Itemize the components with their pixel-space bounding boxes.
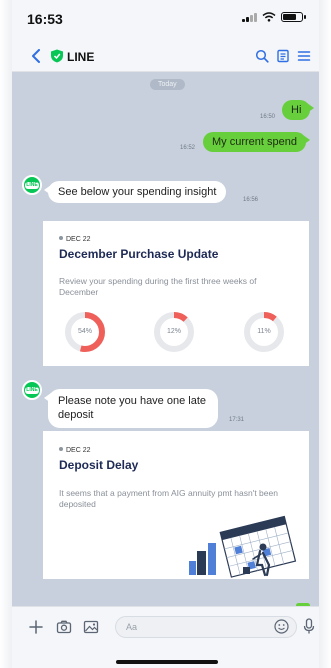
card-description: Review your spending during the first th… (59, 276, 257, 298)
battery-icon (281, 12, 306, 22)
dot-icon (59, 447, 63, 452)
message-time: 17:31 (229, 417, 245, 423)
phone-screen: 16:53 LINE Today 16:50 Hi 16:52 My curre… (12, 0, 319, 668)
message-input[interactable] (115, 616, 297, 638)
message-time: 16:50 (260, 114, 276, 120)
header: 16:53 LINE (12, 0, 319, 72)
message-time: 16:56 (243, 197, 259, 203)
status-time: 16:53 (27, 11, 63, 27)
wifi-icon (262, 12, 276, 22)
message-time: 16:52 (180, 145, 196, 151)
composer-bar (12, 606, 319, 668)
camera-icon[interactable] (56, 619, 72, 635)
dot-icon (59, 236, 63, 241)
bot-avatar[interactable]: LINE (22, 380, 42, 400)
card-date: DEC 22 (59, 236, 91, 243)
incoming-message[interactable]: See below your spending insight (43, 181, 227, 203)
signal-icon (242, 12, 257, 22)
spending-card[interactable]: DEC 22 December Purchase Update Review y… (43, 221, 309, 366)
status-icons (242, 12, 306, 22)
search-icon[interactable] (255, 49, 269, 63)
card-description: It seems that a payment from AIG annuity… (59, 488, 278, 510)
plus-icon[interactable] (28, 619, 44, 635)
card-title: December Purchase Update (59, 247, 219, 261)
image-icon[interactable] (83, 619, 99, 635)
bot-avatar[interactable]: LINE (22, 175, 42, 195)
incoming-message[interactable]: Please note you have one late deposit (44, 389, 218, 428)
donut-percent-label: 54% (77, 328, 92, 335)
line-logo-text: LINE (25, 386, 39, 394)
card-date: DEC 22 (59, 447, 91, 454)
calendar-person-illustration (189, 515, 297, 578)
date-divider: Today (150, 79, 185, 90)
notes-icon[interactable] (276, 49, 290, 63)
frame-edge-left (0, 0, 12, 668)
chevron-left-icon[interactable] (30, 49, 42, 63)
shield-logo-icon (51, 49, 63, 63)
deposit-card[interactable]: DEC 22 Deposit Delay It seems that a pay… (43, 431, 309, 579)
card-title: Deposit Delay (59, 458, 139, 472)
chat-area[interactable]: Today 16:50 Hi 16:52 My current spend LI… (12, 72, 319, 606)
donut-percent-label: 12% (166, 328, 181, 335)
line-logo-text: LINE (25, 181, 39, 189)
home-indicator[interactable] (116, 660, 218, 664)
menu-icon[interactable] (297, 49, 311, 63)
microphone-icon[interactable] (303, 618, 315, 635)
outgoing-message[interactable]: My current spend (203, 132, 310, 152)
emoji-icon[interactable] (274, 619, 289, 634)
donut-percent-label: 11% (257, 328, 271, 335)
frame-edge-right (319, 0, 331, 668)
chat-title: LINE (67, 50, 95, 64)
outgoing-message[interactable]: Hi (282, 100, 315, 120)
